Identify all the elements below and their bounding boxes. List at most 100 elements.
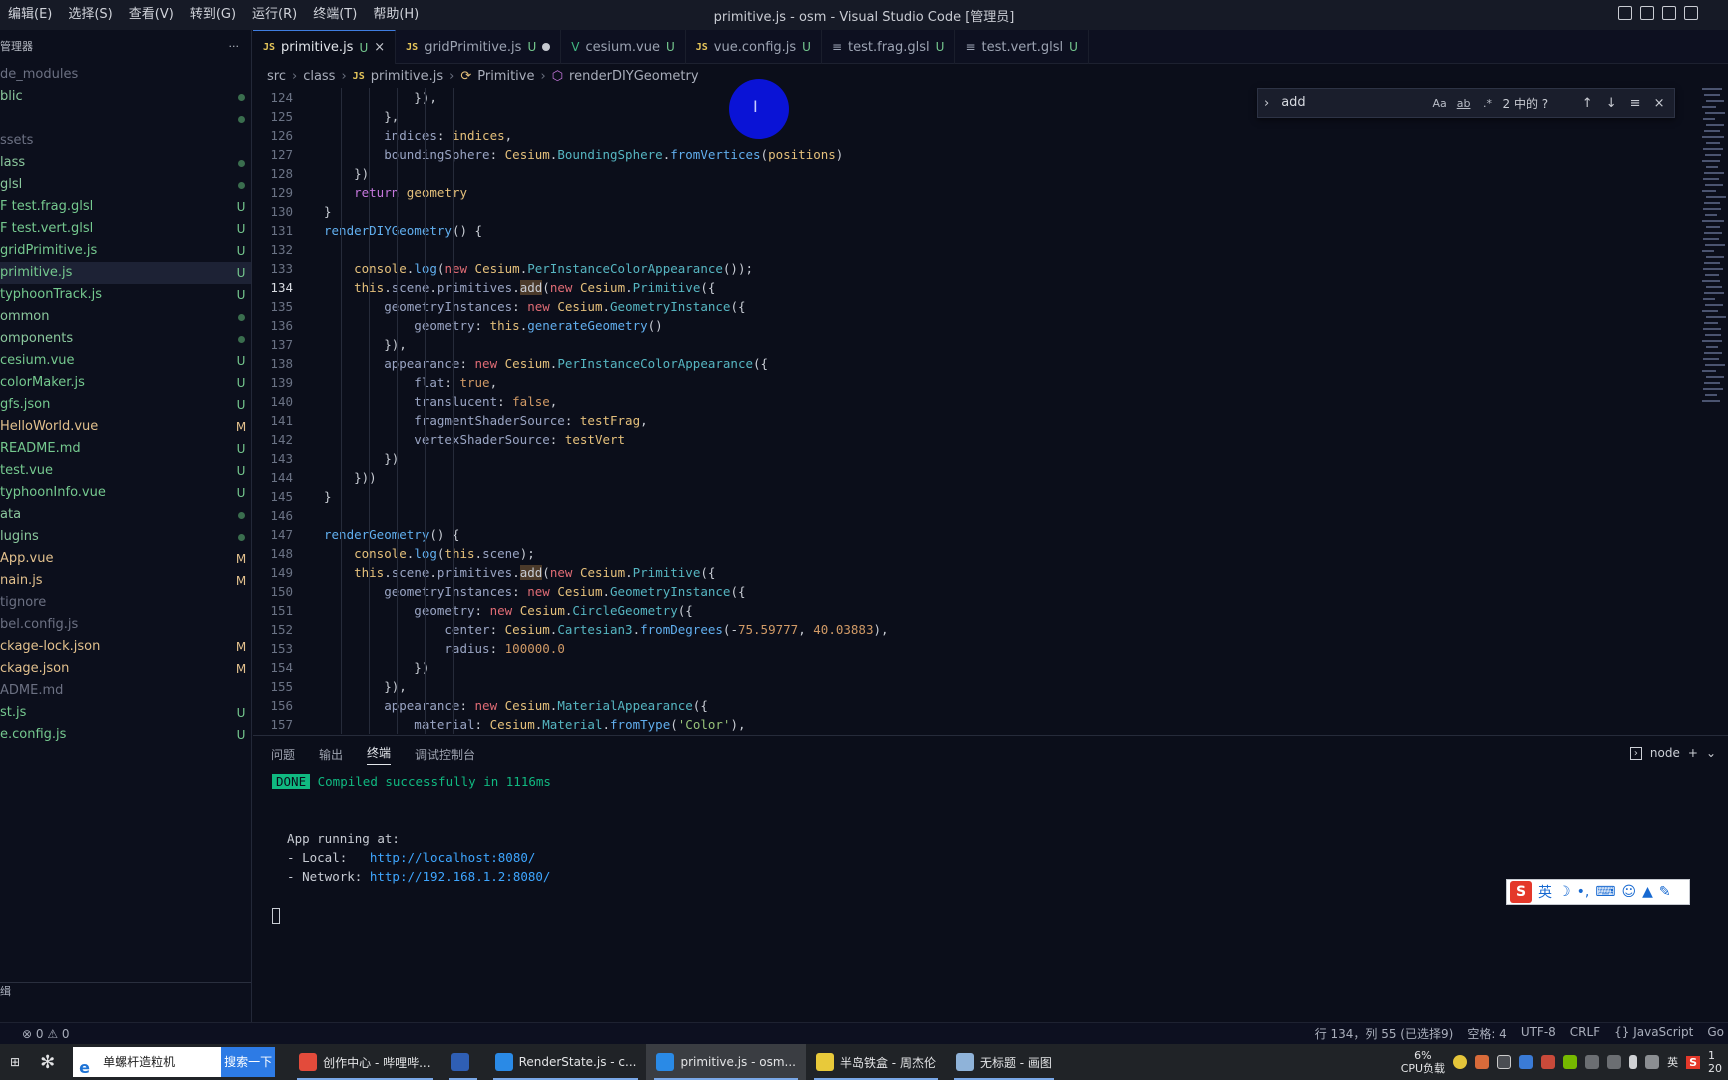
match-case-icon[interactable]: Aa (1431, 97, 1449, 110)
menu-item[interactable]: 终端(T) (305, 0, 365, 30)
file-tree-item[interactable]: typhoonTrack.js U (0, 284, 251, 306)
problems-status[interactable]: ⊗ 0 ⚠ 0 (22, 1027, 70, 1041)
cursor-position[interactable]: 行 134，列 55 (已选择9) (1315, 1025, 1454, 1042)
file-tree-item[interactable]: ssets (0, 130, 251, 152)
match-word-icon[interactable]: ab (1455, 97, 1473, 110)
file-tree-item[interactable]: ckage-lock.json M (0, 636, 251, 658)
volume-icon[interactable] (1607, 1055, 1622, 1069)
editor-tab[interactable]: ≡ test.vert.glsl U (955, 30, 1089, 64)
network-icon[interactable] (1585, 1055, 1600, 1069)
breadcrumb-file[interactable]: primitive.js (371, 69, 443, 84)
taskbar-search-button[interactable]: 搜索一下 (221, 1047, 276, 1077)
toggle-sidebar-icon[interactable] (1618, 6, 1632, 20)
file-tree-item[interactable]: ommon (0, 306, 251, 328)
menu-item[interactable]: 查看(V) (121, 0, 182, 30)
taskbar-app[interactable]: 无标题 - 画图 (946, 1044, 1062, 1080)
file-tree-item[interactable] (0, 108, 251, 130)
skin-icon[interactable]: ▲ (1642, 884, 1653, 900)
user-icon[interactable]: ☺ (1622, 884, 1637, 900)
tray-app-icon[interactable] (1475, 1055, 1490, 1069)
breadcrumb-class-symbol[interactable]: Primitive (477, 69, 534, 84)
editor-tab[interactable]: Vcesium.vue U (561, 30, 686, 64)
end-of-line[interactable]: CRLF (1570, 1025, 1600, 1042)
moon-icon[interactable]: ☽ (1558, 884, 1571, 900)
code-editor[interactable]: 124 }), 125 }, 126 indices: indices, 127 bo… (253, 88, 1708, 734)
editor-tab[interactable]: JS gridPrimitive.js U (396, 30, 562, 64)
local-url-link[interactable]: http://localhost:8080/ (370, 850, 536, 865)
ime-language[interactable]: 英 (1538, 882, 1552, 902)
indentation[interactable]: 空格: 4 (1467, 1025, 1507, 1042)
encoding[interactable]: UTF-8 (1521, 1025, 1556, 1042)
file-tree-item[interactable]: lugins (0, 526, 251, 548)
nvidia-icon[interactable] (1563, 1055, 1578, 1069)
file-tree-item[interactable]: ADME.md (0, 680, 251, 702)
file-tree-item[interactable]: ata (0, 504, 251, 526)
editor-tab[interactable]: JS vue.config.js U (686, 30, 822, 64)
menu-item[interactable]: 帮助(H) (365, 0, 427, 30)
file-tree-item[interactable]: e.config.js U (0, 724, 251, 746)
file-tree-item[interactable]: primitive.js U (0, 262, 251, 284)
regex-icon[interactable]: .* (1479, 97, 1497, 110)
file-tree-item[interactable]: colorMaker.js U (0, 372, 251, 394)
editor-tab[interactable]: JS primitive.js U × (253, 30, 397, 64)
battery-icon[interactable] (1645, 1055, 1660, 1069)
file-tree-item[interactable]: st.js U (0, 702, 251, 724)
tools-icon[interactable]: ✎ (1659, 884, 1671, 900)
file-tree-item[interactable]: cesium.vue U (0, 350, 251, 372)
task-view-icon[interactable]: ⊞ (0, 1044, 30, 1080)
taskbar-app[interactable]: primitive.js - osm... (646, 1044, 806, 1080)
file-tree-item[interactable]: lass (0, 152, 251, 174)
breadcrumb-class[interactable]: class (303, 69, 335, 84)
file-tree-item[interactable]: typhoonInfo.vue U (0, 482, 251, 504)
customize-layout-icon[interactable] (1684, 6, 1698, 20)
chevron-down-icon[interactable]: ⌄ (1706, 746, 1716, 760)
panel-tab[interactable]: 输出 (319, 746, 343, 763)
close-find-icon[interactable]: × (1650, 96, 1668, 111)
file-tree-item[interactable]: omponents (0, 328, 251, 350)
taskbar-app[interactable]: RenderState.js - c... (485, 1044, 647, 1080)
go-status[interactable]: Go (1707, 1025, 1724, 1042)
tray-app-icon[interactable] (1453, 1055, 1468, 1069)
close-tab-icon[interactable]: × (374, 40, 385, 55)
network-url-link[interactable]: http://192.168.1.2:8080/ (370, 869, 551, 884)
taskbar-app[interactable]: 创作中心 - 哔哩哔... (289, 1044, 440, 1080)
breadcrumb-src[interactable]: src (267, 69, 286, 84)
tray-app-icon[interactable] (1497, 1055, 1512, 1069)
file-tree-item[interactable]: glsl (0, 174, 251, 196)
file-tree-item[interactable]: bel.config.js (0, 614, 251, 636)
toggle-secondary-sidebar-icon[interactable] (1662, 6, 1676, 20)
toggle-replace-icon[interactable]: › (1264, 96, 1269, 111)
language-mode[interactable]: {} JavaScript (1614, 1025, 1693, 1042)
panel-tab[interactable]: 问题 (271, 746, 295, 763)
plus-icon[interactable]: + (1688, 746, 1698, 760)
more-actions-icon[interactable]: ··· (229, 30, 240, 64)
taskbar-app[interactable]: 半岛铁盒 - 周杰伦 (806, 1044, 946, 1080)
menu-item[interactable]: 选择(S) (60, 0, 120, 30)
editor-tab[interactable]: ≡ test.frag.glsl U (822, 30, 956, 64)
tray-language[interactable]: 英 (1667, 1054, 1678, 1070)
menu-item[interactable]: 运行(R) (244, 0, 305, 30)
terminal-name[interactable]: node (1650, 746, 1680, 760)
file-tree-item[interactable]: gfs.json U (0, 394, 251, 416)
tray-app-icon[interactable] (1519, 1055, 1534, 1069)
unsaved-dot-icon[interactable] (542, 43, 551, 51)
sogou-tray-icon[interactable]: S (1686, 1055, 1700, 1069)
minimap[interactable] (1700, 88, 1728, 418)
file-tree-item[interactable]: F test.frag.glsl U (0, 196, 251, 218)
snowflake-app-icon[interactable]: ✻ (30, 1044, 65, 1080)
clock[interactable]: 1 20 (1708, 1049, 1722, 1075)
menu-item[interactable]: 编辑(E) (0, 0, 60, 30)
menu-item[interactable]: 转到(G) (182, 0, 244, 30)
sidebar-bottom-section[interactable]: 缉 (0, 982, 251, 1002)
file-tree-item[interactable]: App.vue M (0, 548, 251, 570)
file-tree-item[interactable]: blic (0, 86, 251, 108)
punctuation-icon[interactable]: •, (1577, 884, 1590, 900)
next-match-icon[interactable]: ↓ (1602, 96, 1620, 111)
panel-tab[interactable]: 终端 (367, 744, 392, 765)
previous-match-icon[interactable]: ↑ (1578, 96, 1596, 111)
taskbar-search-input[interactable]: e 单螺杆造粒机 (73, 1047, 222, 1077)
keyboard-icon[interactable]: ⌨ (1595, 884, 1615, 900)
file-tree-item[interactable]: test.vue U (0, 460, 251, 482)
tray-app-icon[interactable] (1541, 1055, 1556, 1069)
breadcrumb-method[interactable]: renderDIYGeometry (569, 69, 699, 84)
